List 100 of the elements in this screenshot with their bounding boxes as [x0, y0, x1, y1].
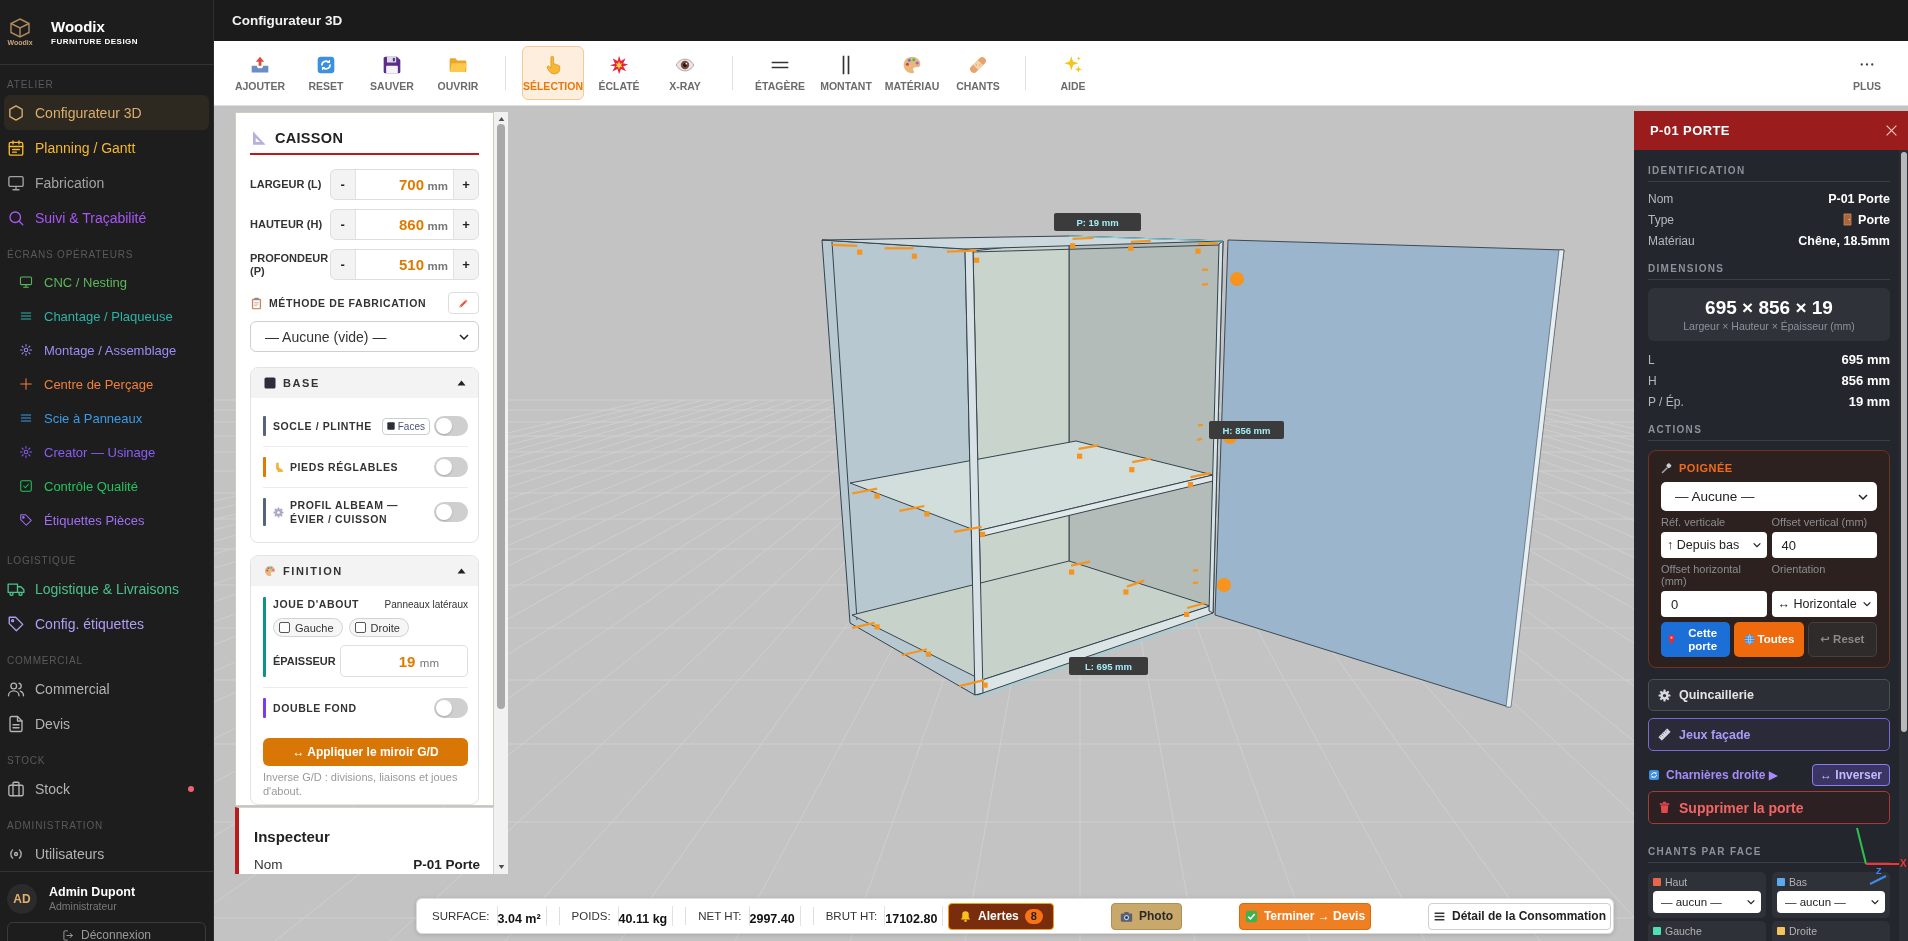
toolbar-button[interactable]: MATÉRIAU — [881, 46, 943, 100]
toggle-switch[interactable] — [434, 457, 468, 477]
toolbar-button[interactable]: OUVRIR — [427, 46, 489, 100]
gaps-button[interactable]: Jeux façade — [1648, 718, 1890, 751]
checkbox-chip[interactable]: Droite — [348, 618, 409, 637]
sidebar-item[interactable]: Montage / Assemblage — [4, 333, 209, 367]
number-field[interactable]: 860 mm — [354, 210, 454, 239]
toolbar-button[interactable]: MONTANT — [815, 46, 877, 100]
tag-icon — [7, 614, 25, 633]
sidebar-item[interactable]: Suivi & Traçabilité — [4, 200, 209, 235]
close-icon[interactable] — [1885, 124, 1898, 137]
delete-button[interactable]: Supprimer la porte — [1648, 791, 1890, 824]
sidebar-item[interactable]: Commercial — [4, 671, 209, 706]
axis-label: X — [1900, 859, 1907, 869]
sidebar-item[interactable]: Centre de Perçage — [4, 367, 209, 401]
toggle-switch[interactable] — [434, 416, 468, 436]
sidebar-item[interactable]: Logistique & Livraisons — [4, 571, 209, 606]
more-button[interactable]: PLUS — [1836, 46, 1898, 100]
toggle-switch[interactable] — [434, 698, 468, 718]
increment-button[interactable]: + — [454, 170, 478, 199]
palette-icon — [902, 54, 922, 75]
sidebar-item[interactable]: Config. étiquettes — [4, 606, 209, 641]
toolbar-button[interactable]: AJOUTER — [229, 46, 291, 100]
hardware-button[interactable]: Quincaillerie — [1648, 679, 1890, 711]
decrement-button[interactable]: - — [330, 170, 355, 199]
sidebar-item[interactable]: Chantage / Plaqueuse — [4, 299, 209, 333]
number-field[interactable]: 700 mm — [354, 170, 454, 199]
sidebar-item[interactable]: Creator — Usinage — [4, 435, 209, 469]
ruler-icon — [1658, 728, 1671, 741]
checkbox-chip[interactable]: Gauche — [273, 618, 343, 637]
toolbar-button[interactable]: CHANTS — [947, 46, 1009, 100]
section-heading: IDENTIFICATION — [1648, 165, 1890, 182]
toolbar-button[interactable]: ÉCLATÉ — [588, 46, 650, 100]
scrollbar-thumb[interactable] — [1900, 152, 1907, 732]
checkbox[interactable] — [279, 622, 290, 633]
dropdown-field[interactable]: ↑ Depuis bas — [1661, 532, 1767, 558]
hexagon-icon — [7, 103, 25, 122]
handle-model-select[interactable]: — Aucune — — [1661, 482, 1877, 511]
nav-section-title: ADMINISTRATION — [6, 819, 104, 833]
section-header[interactable]: FINITION — [251, 556, 478, 586]
logout-button[interactable]: Déconnexion — [7, 922, 206, 941]
triangle-down-icon[interactable] — [497, 864, 505, 870]
sidebar-item[interactable]: Configurateur 3D — [4, 95, 209, 130]
faces-button[interactable]: Faces — [381, 417, 430, 435]
decrement-button[interactable]: - — [330, 210, 355, 239]
clipboard-icon — [250, 296, 263, 310]
stat-value: 2997.40 — [748, 906, 801, 926]
sidebar-item[interactable]: CNC / Nesting — [4, 265, 209, 299]
edge-select[interactable]: — aucun — — [1777, 891, 1885, 913]
square-icon — [264, 377, 276, 389]
number-field[interactable]: 510 mm — [354, 250, 454, 279]
triangle-up-icon[interactable] — [497, 116, 505, 122]
sidebar-item[interactable]: Contrôle Qualité — [4, 469, 209, 503]
checkbox[interactable] — [354, 622, 366, 633]
stat-value: 17102.80 — [884, 906, 944, 926]
toolbar-button[interactable]: SAUVER — [361, 46, 423, 100]
photo-button[interactable]: Photo — [1111, 902, 1182, 930]
property-label: P / Ép. — [1648, 394, 1684, 409]
sidebar-item[interactable]: Utilisateurs — [4, 836, 209, 871]
edit-button[interactable] — [448, 292, 479, 314]
sidebar-item[interactable]: Planning / Gantt — [4, 130, 209, 165]
section-heading: ACTIONS — [1648, 424, 1890, 441]
sidebar-item[interactable]: Stock — [4, 771, 209, 806]
method-select[interactable]: — Aucune (vide) — — [250, 321, 479, 352]
input-field[interactable]: 40 — [1771, 532, 1877, 558]
stat-label: BRUT HT: — [825, 910, 878, 922]
toolbar-button[interactable]: RESET — [295, 46, 357, 100]
invert-button[interactable]: ↔ Inverser — [1812, 764, 1890, 786]
axis-label: Z — [1876, 866, 1882, 876]
details-button[interactable]: Détail de la Consommation — [1428, 902, 1611, 930]
sidebar-item[interactable]: Scie à Panneaux — [4, 401, 209, 435]
scrollbar-thumb[interactable] — [497, 124, 505, 709]
edge-label: Gauche — [1665, 925, 1702, 937]
toolbar-button[interactable]: ÉTAGÈRE — [749, 46, 811, 100]
decrement-button[interactable]: - — [330, 250, 355, 279]
scrollbar[interactable] — [494, 112, 508, 874]
alerts-button[interactable]: Alertes 8 — [948, 902, 1054, 930]
cube-logo-icon — [8, 17, 32, 38]
toolbar-button[interactable]: X-RAY — [654, 46, 716, 100]
thickness-field[interactable]: 19 mm — [340, 645, 468, 677]
toolbar-button[interactable]: AIDE — [1042, 46, 1104, 100]
property-value: Porte — [1858, 212, 1890, 227]
section-header[interactable]: BASE — [251, 368, 478, 398]
field-label: ÉPAISSEUR — [273, 655, 337, 667]
increment-button[interactable]: + — [454, 210, 478, 239]
sidebar-item[interactable]: Étiquettes Pièces — [4, 503, 209, 537]
this-door-button[interactable]: Cette porte — [1661, 622, 1731, 657]
stat-value: 3.04 m² — [496, 906, 547, 926]
dropdown-field[interactable]: ↔ Horizontale — [1771, 591, 1877, 617]
sidebar-item[interactable]: Devis — [4, 706, 209, 741]
toggle-switch[interactable] — [434, 502, 468, 522]
property-label: L — [1648, 352, 1655, 367]
input-field[interactable]: 0 — [1661, 591, 1767, 617]
edge-select[interactable]: — aucun — — [1653, 891, 1761, 913]
checkbox-icon — [19, 479, 33, 493]
property-label: H — [1648, 373, 1657, 388]
increment-button[interactable]: + — [454, 250, 478, 279]
sidebar-item[interactable]: Fabrication — [4, 165, 209, 200]
field-label: LARGEUR (L) — [250, 178, 323, 191]
scrollbar[interactable] — [1899, 150, 1908, 941]
